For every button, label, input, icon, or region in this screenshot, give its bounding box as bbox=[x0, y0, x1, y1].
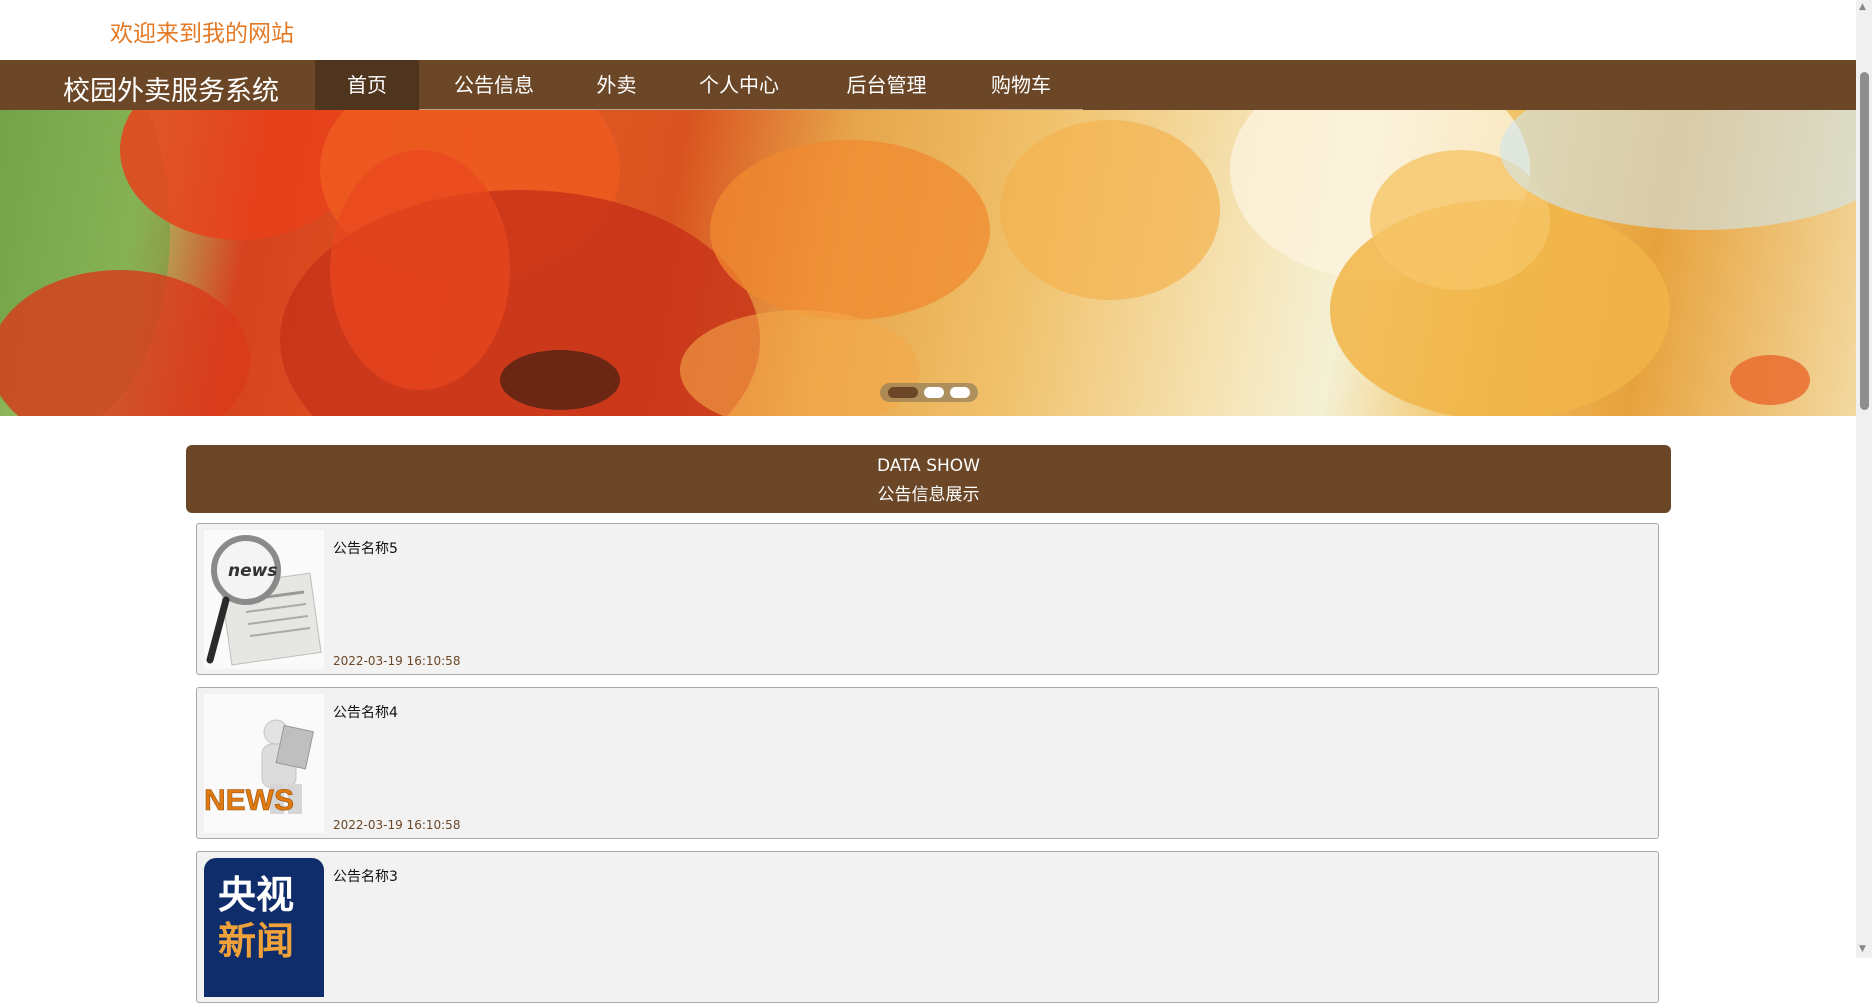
nav-item-label: 个人中心 bbox=[699, 73, 779, 97]
scroll-down-arrow-icon[interactable]: ▼ bbox=[1859, 944, 1866, 954]
cctv-thumb-text-1: 央视 bbox=[218, 873, 294, 917]
nav-item-profile[interactable]: 个人中心 bbox=[664, 60, 814, 110]
page-scrollbar[interactable]: ▲ ▼ bbox=[1856, 0, 1872, 958]
cctv-news-image: 央视 新闻 bbox=[204, 858, 324, 997]
notice-title: 公告名称4 bbox=[333, 705, 398, 721]
nav-item-notices[interactable]: 公告信息 bbox=[419, 60, 569, 110]
nav-item-label: 公告信息 bbox=[454, 73, 534, 97]
carousel-dot-2[interactable] bbox=[924, 387, 944, 398]
hero-banner[interactable] bbox=[0, 110, 1856, 416]
scroll-up-arrow-icon[interactable]: ▲ bbox=[1859, 2, 1866, 12]
carousel-dot-3[interactable] bbox=[950, 387, 970, 398]
site-brand[interactable]: 校园外卖服务系统 bbox=[63, 69, 279, 108]
carousel-indicators bbox=[880, 383, 978, 402]
top-bar: 欢迎来到我的网站 bbox=[0, 0, 1856, 60]
news-figure-image: NEWS bbox=[204, 694, 324, 833]
notice-card[interactable]: NEWS 公告名称4 2022-03-19 16:10:58 bbox=[196, 687, 1659, 839]
news-magnifier-image: news bbox=[204, 530, 324, 669]
nav-item-takeout[interactable]: 外卖 bbox=[569, 60, 664, 110]
section-header: DATA SHOW 公告信息展示 bbox=[186, 445, 1671, 513]
scrollbar-thumb[interactable] bbox=[1860, 72, 1869, 410]
nav-item-cart[interactable]: 购物车 bbox=[959, 60, 1083, 110]
notice-card[interactable]: 央视 新闻 公告名称3 bbox=[196, 851, 1659, 1003]
main-nav: 校园外卖服务系统 首页 公告信息 外卖 个人中心 后台管理 购物车 bbox=[0, 60, 1856, 110]
nav-item-label: 首页 bbox=[347, 73, 387, 97]
section-title-en: DATA SHOW bbox=[877, 456, 980, 476]
news-thumb-text: NEWS bbox=[204, 784, 294, 817]
poppy-flowers-image bbox=[0, 110, 1856, 416]
section-title-zh: 公告信息展示 bbox=[877, 485, 980, 505]
cctv-thumb-text-2: 新闻 bbox=[218, 919, 294, 963]
welcome-text: 欢迎来到我的网站 bbox=[110, 21, 294, 47]
notice-card[interactable]: news 公告名称5 2022-03-19 16:10:58 bbox=[196, 523, 1659, 675]
nav-item-admin[interactable]: 后台管理 bbox=[814, 60, 959, 110]
notice-time: 2022-03-19 16:10:58 bbox=[333, 818, 461, 832]
nav-item-label: 后台管理 bbox=[846, 73, 927, 97]
svg-text:news: news bbox=[228, 561, 277, 581]
notice-title: 公告名称3 bbox=[333, 869, 398, 885]
notice-time: 2022-03-19 16:10:58 bbox=[333, 654, 461, 668]
carousel-dot-1[interactable] bbox=[888, 387, 918, 398]
notice-title: 公告名称5 bbox=[333, 541, 398, 557]
nav-item-label: 购物车 bbox=[991, 73, 1051, 97]
nav-item-label: 外卖 bbox=[596, 73, 637, 97]
nav-item-home[interactable]: 首页 bbox=[315, 60, 419, 110]
